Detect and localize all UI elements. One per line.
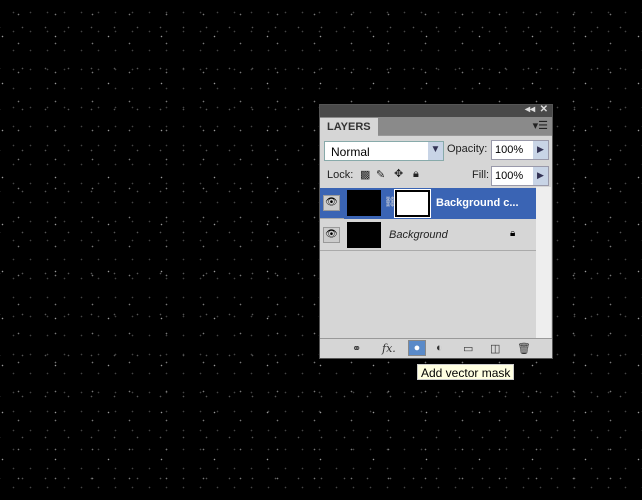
layer-thumbnail [347, 190, 381, 216]
layer-name: Background c... [436, 197, 519, 209]
lock-transparency-icon[interactable]: ▩ [360, 168, 370, 181]
mask-thumbnail[interactable] [394, 189, 431, 218]
opacity-arrow-icon[interactable]: ▶ [533, 141, 548, 159]
trash-icon[interactable]: 🗑︎ [517, 342, 531, 355]
new-group-icon[interactable]: ▭ [463, 342, 473, 355]
link-layers-icon[interactable]: ⚭ [352, 342, 361, 355]
layer-row-background-copy[interactable]: 👁︎ ⛓ Background c... [320, 188, 537, 219]
new-layer-icon[interactable]: ◫ [490, 342, 500, 355]
fx-icon[interactable]: fx. [382, 342, 396, 355]
lock-move-icon[interactable]: ✥ [394, 167, 403, 180]
lock-icon: 🔒︎ [510, 228, 516, 239]
fill-arrow-icon[interactable]: ▶ [533, 167, 548, 185]
blend-mode-value: Normal [331, 145, 370, 159]
panel-toolbar: ⚭ fx. ● ◐ ▭ ◫ 🗑︎ [320, 338, 552, 358]
lock-brush-icon[interactable]: ✎ [376, 168, 385, 181]
layer-row-background[interactable]: 👁︎ Background 🔒︎ [320, 220, 537, 251]
chevron-down-icon: ▼ [428, 142, 443, 160]
opacity-input[interactable]: 100% ▶ [491, 140, 549, 160]
panel-titlebar: ◂◂ ✕ [320, 104, 552, 117]
add-mask-icon[interactable]: ● [408, 340, 426, 356]
layers-panel: ◂◂ ✕ LAYERS ▾☰ Normal ▼ Opacity: 100% ▶ Lo… [319, 104, 553, 359]
lock-all-icon[interactable]: 🔒︎ [413, 168, 419, 181]
layer-thumbnail [347, 222, 381, 248]
panel-menu-icon[interactable]: ▾☰ [533, 119, 548, 132]
opacity-label: Opacity: [447, 143, 488, 155]
eye-icon[interactable]: 👁︎ [323, 195, 340, 211]
layer-name: Background [389, 229, 448, 241]
fill-label: Fill: [472, 169, 490, 181]
tooltip: Add vector mask [417, 364, 515, 380]
layers-scrollbar[interactable] [536, 187, 551, 341]
eye-icon[interactable]: 👁︎ [323, 227, 340, 243]
collapse-icon[interactable]: ◂◂ [525, 104, 535, 115]
tab-layers[interactable]: LAYERS [320, 118, 378, 136]
lock-label: Lock: [327, 169, 354, 181]
fill-input[interactable]: 100% ▶ [491, 166, 549, 186]
blend-mode-select[interactable]: Normal ▼ [324, 141, 444, 161]
fill-value: 100% [495, 170, 524, 182]
opacity-value: 100% [495, 144, 524, 156]
close-icon[interactable]: ✕ [540, 104, 548, 115]
adjustment-layer-icon[interactable]: ◐ [436, 342, 443, 354]
